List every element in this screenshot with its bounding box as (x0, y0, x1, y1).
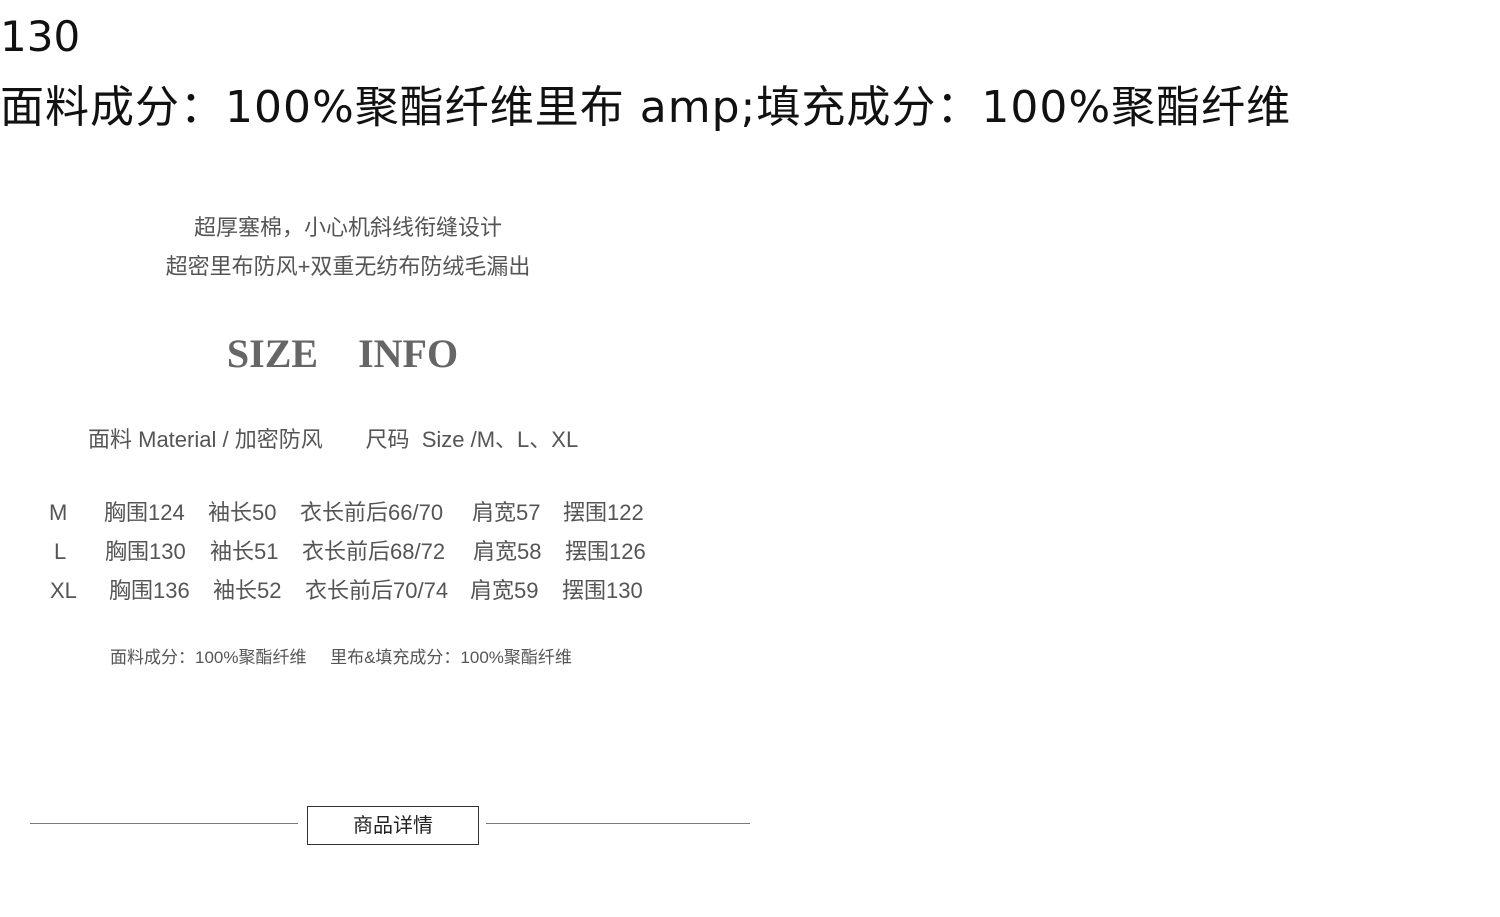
product-number: 130 (0, 12, 81, 61)
product-details-tab[interactable]: 商品详情 (307, 806, 479, 845)
size-label: M (49, 500, 68, 525)
material-heading: 面料成分：100%聚酯纤维里布 amp;填充成分：100%聚酯纤维 (0, 82, 1292, 133)
size-info-card: 超厚塞棉，小心机斜线衔缝设计 超密里布防风+双重无纺布防绒毛漏出 SIZE IN… (0, 200, 700, 700)
feature-line: 超密里布防风+双重无纺布防绒毛漏出 (165, 254, 531, 279)
chest-value: 胸围136 (109, 578, 190, 603)
composition-note: 面料成分：100%聚酯纤维 里布&填充成分：100%聚酯纤维 (110, 648, 572, 667)
size-label: XL (50, 578, 77, 603)
sleeve-value: 袖长52 (213, 578, 282, 603)
length-value: 衣长前后66/70 (300, 500, 444, 525)
material-size-spec: 面料 Material / 加密防风 尺码 Size /M、L、XL (88, 427, 579, 452)
length-value: 衣长前后70/74 (305, 578, 449, 603)
divider-right (486, 823, 750, 824)
size-info-title: SIZE INFO (226, 331, 459, 376)
chest-value: 胸围124 (104, 500, 185, 525)
shoulder-value: 肩宽58 (473, 539, 542, 564)
size-row-xl: XL 胸围136 袖长52 衣长前后70/74 肩宽59 摆围130 (0, 574, 700, 608)
divider-left (30, 823, 298, 824)
size-row-m: M 胸围124 袖长50 衣长前后66/70 肩宽57 摆围122 (0, 496, 700, 530)
hem-value: 摆围126 (565, 539, 646, 564)
feature-line: 超厚塞棉，小心机斜线衔缝设计 (193, 215, 502, 240)
sleeve-value: 袖长51 (210, 539, 279, 564)
shoulder-value: 肩宽57 (472, 500, 541, 525)
length-value: 衣长前后68/72 (302, 539, 446, 564)
shoulder-value: 肩宽59 (470, 578, 539, 603)
sleeve-value: 袖长50 (208, 500, 277, 525)
hem-value: 摆围130 (562, 578, 643, 603)
hem-value: 摆围122 (563, 500, 644, 525)
chest-value: 胸围130 (105, 539, 186, 564)
size-label: L (54, 539, 67, 564)
size-row-l: L 胸围130 袖长51 衣长前后68/72 肩宽58 摆围126 (0, 535, 700, 569)
